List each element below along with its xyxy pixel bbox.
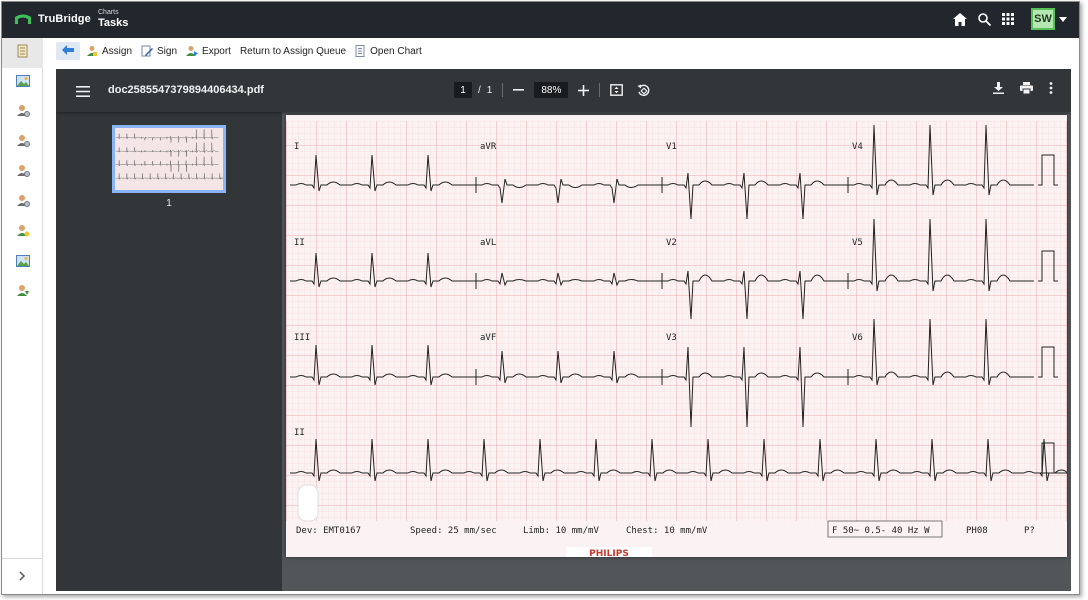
brand-logo[interactable]: TruBridge	[14, 13, 91, 25]
assign-label: Assign	[102, 45, 133, 57]
open-chart-button[interactable]: Open Chart	[355, 45, 422, 57]
app-window: TruBridge Charts Tasks SW Assign Sign Ex…	[1, 1, 1080, 595]
toolbar-divider	[502, 83, 504, 97]
rail-item-user-3[interactable]	[2, 158, 43, 188]
user-avatar[interactable]: SW	[1031, 8, 1055, 30]
page-total: 1	[486, 84, 493, 96]
ecg-footer-limb: Limb: 10 mm/mV	[523, 526, 599, 536]
ecg-clip-mark	[297, 484, 319, 522]
chevron-right-icon	[19, 569, 26, 584]
rail-expand-button[interactable]	[2, 558, 43, 594]
more-options-icon[interactable]	[1049, 82, 1053, 94]
export-button[interactable]: Export	[186, 45, 231, 57]
user-add-icon	[16, 224, 30, 243]
brand-name: TruBridge	[38, 13, 91, 25]
ecg-footer-speed: Speed: 25 mm/sec	[410, 526, 497, 536]
download-icon[interactable]	[993, 82, 1004, 94]
rail-item-documents[interactable]	[2, 38, 43, 68]
print-icon[interactable]	[1020, 82, 1033, 94]
open-chart-label: Open Chart	[370, 45, 422, 57]
lead-label-aVR: aVR	[480, 142, 497, 152]
rotate-icon[interactable]	[637, 84, 650, 97]
sign-pen-icon	[141, 45, 154, 57]
lead-label-V6: V6	[852, 333, 863, 343]
document-icon	[17, 44, 29, 63]
lead-label-V5: V5	[852, 238, 863, 248]
sign-label: Sign	[157, 45, 178, 57]
assign-button[interactable]: Assign	[86, 45, 132, 57]
page-controls: 1 / 1 88%	[454, 82, 650, 98]
zoom-input[interactable]: 88%	[534, 82, 569, 98]
lead-label-III: III	[294, 333, 310, 343]
lead-label-aVF: aVF	[480, 333, 496, 343]
chevron-down-icon[interactable]	[1059, 16, 1067, 22]
lead-label-V3: V3	[666, 333, 677, 343]
ecg-footer-device: Dev: EMT0167	[296, 526, 361, 536]
trubridge-logo-icon	[14, 13, 32, 25]
pdf-filename: doc2585547379894406434.pdf	[108, 84, 264, 96]
document-toolbar: Assign Sign Export Return to Assign Queu…	[44, 38, 1079, 64]
pdf-toolbar: doc2585547379894406434.pdf 1 / 1 88%	[56, 69, 1071, 112]
rail-item-images-2[interactable]	[2, 248, 43, 278]
user-gear-icon	[16, 164, 30, 183]
return-queue-label: Return to Assign Queue	[239, 45, 347, 57]
left-rail	[2, 38, 43, 594]
thumbnail-page-number: 1	[166, 198, 172, 209]
page-title: Tasks	[98, 17, 129, 29]
lead-label-aVL: aVL	[480, 238, 496, 248]
fit-page-icon[interactable]	[610, 84, 624, 96]
ecg-footer-page: P?	[1024, 526, 1035, 536]
lead-label-II: II	[294, 238, 305, 248]
pdf-actions	[977, 82, 1053, 94]
lead-label-V2: V2	[666, 238, 677, 248]
rail-item-user-add[interactable]	[2, 218, 43, 248]
rail-item-user-1[interactable]	[2, 98, 43, 128]
user-gear-icon	[16, 194, 30, 213]
home-icon[interactable]	[949, 8, 971, 30]
export-label: Export	[202, 45, 231, 57]
pdf-page: I aVR V1 V4 II aVL V2 V5 III aVF V3 V6 I…	[286, 115, 1067, 557]
page-separator: /	[478, 84, 481, 96]
breadcrumb: Charts Tasks	[98, 9, 128, 29]
page-number-input[interactable]: 1	[454, 82, 472, 98]
user-gear-icon	[16, 104, 30, 123]
export-icon	[186, 45, 199, 57]
rail-item-user-2[interactable]	[2, 128, 43, 158]
apps-grid-icon[interactable]	[997, 8, 1019, 30]
thumbnail-ecg-preview	[115, 128, 224, 190]
menu-icon[interactable]	[76, 84, 90, 102]
rail-item-user-download[interactable]	[2, 278, 43, 308]
ecg-brand-strip: PHILIPS	[589, 549, 629, 557]
top-bar: TruBridge Charts Tasks SW	[2, 2, 1079, 38]
breadcrumb-parent[interactable]: Charts	[98, 9, 128, 16]
ecg-footer-code: PH08	[966, 526, 988, 536]
assign-user-icon	[86, 45, 98, 57]
pdf-viewer: doc2585547379894406434.pdf 1 / 1 88% 1 I…	[56, 69, 1071, 591]
sign-button[interactable]: Sign	[141, 45, 177, 57]
image-icon	[15, 254, 30, 272]
user-download-icon	[16, 284, 30, 303]
rail-item-user-4[interactable]	[2, 188, 43, 218]
arrow-left-icon	[62, 44, 74, 58]
rail-item-images[interactable]	[2, 68, 43, 98]
toolbar-divider	[599, 83, 601, 97]
lead-label-V1: V1	[666, 142, 677, 152]
lead-label-V4: V4	[852, 142, 863, 152]
user-gear-icon	[16, 134, 30, 153]
back-button[interactable]	[56, 42, 80, 60]
search-icon[interactable]	[973, 8, 995, 30]
ecg-footer-filter: F 50~ 0.5- 40 Hz W	[832, 526, 930, 536]
lead-label-I: I	[294, 142, 299, 152]
zoom-in-icon[interactable]	[578, 84, 590, 96]
page-thumbnail[interactable]	[112, 125, 226, 193]
thumbnail-sidebar: 1	[56, 112, 282, 591]
top-icons: SW	[947, 8, 1067, 30]
ecg-footer-chest: Chest: 10 mm/mV	[626, 526, 708, 536]
return-to-assign-queue-button[interactable]: Return to Assign Queue	[240, 46, 346, 57]
zoom-out-icon[interactable]	[513, 89, 525, 91]
lead-label-rhythm-II: II	[294, 428, 305, 438]
document-icon	[355, 45, 366, 57]
ecg-tracing: I aVR V1 V4 II aVL V2 V5 III aVF V3 V6 I…	[286, 115, 1067, 557]
image-icon	[15, 74, 30, 92]
